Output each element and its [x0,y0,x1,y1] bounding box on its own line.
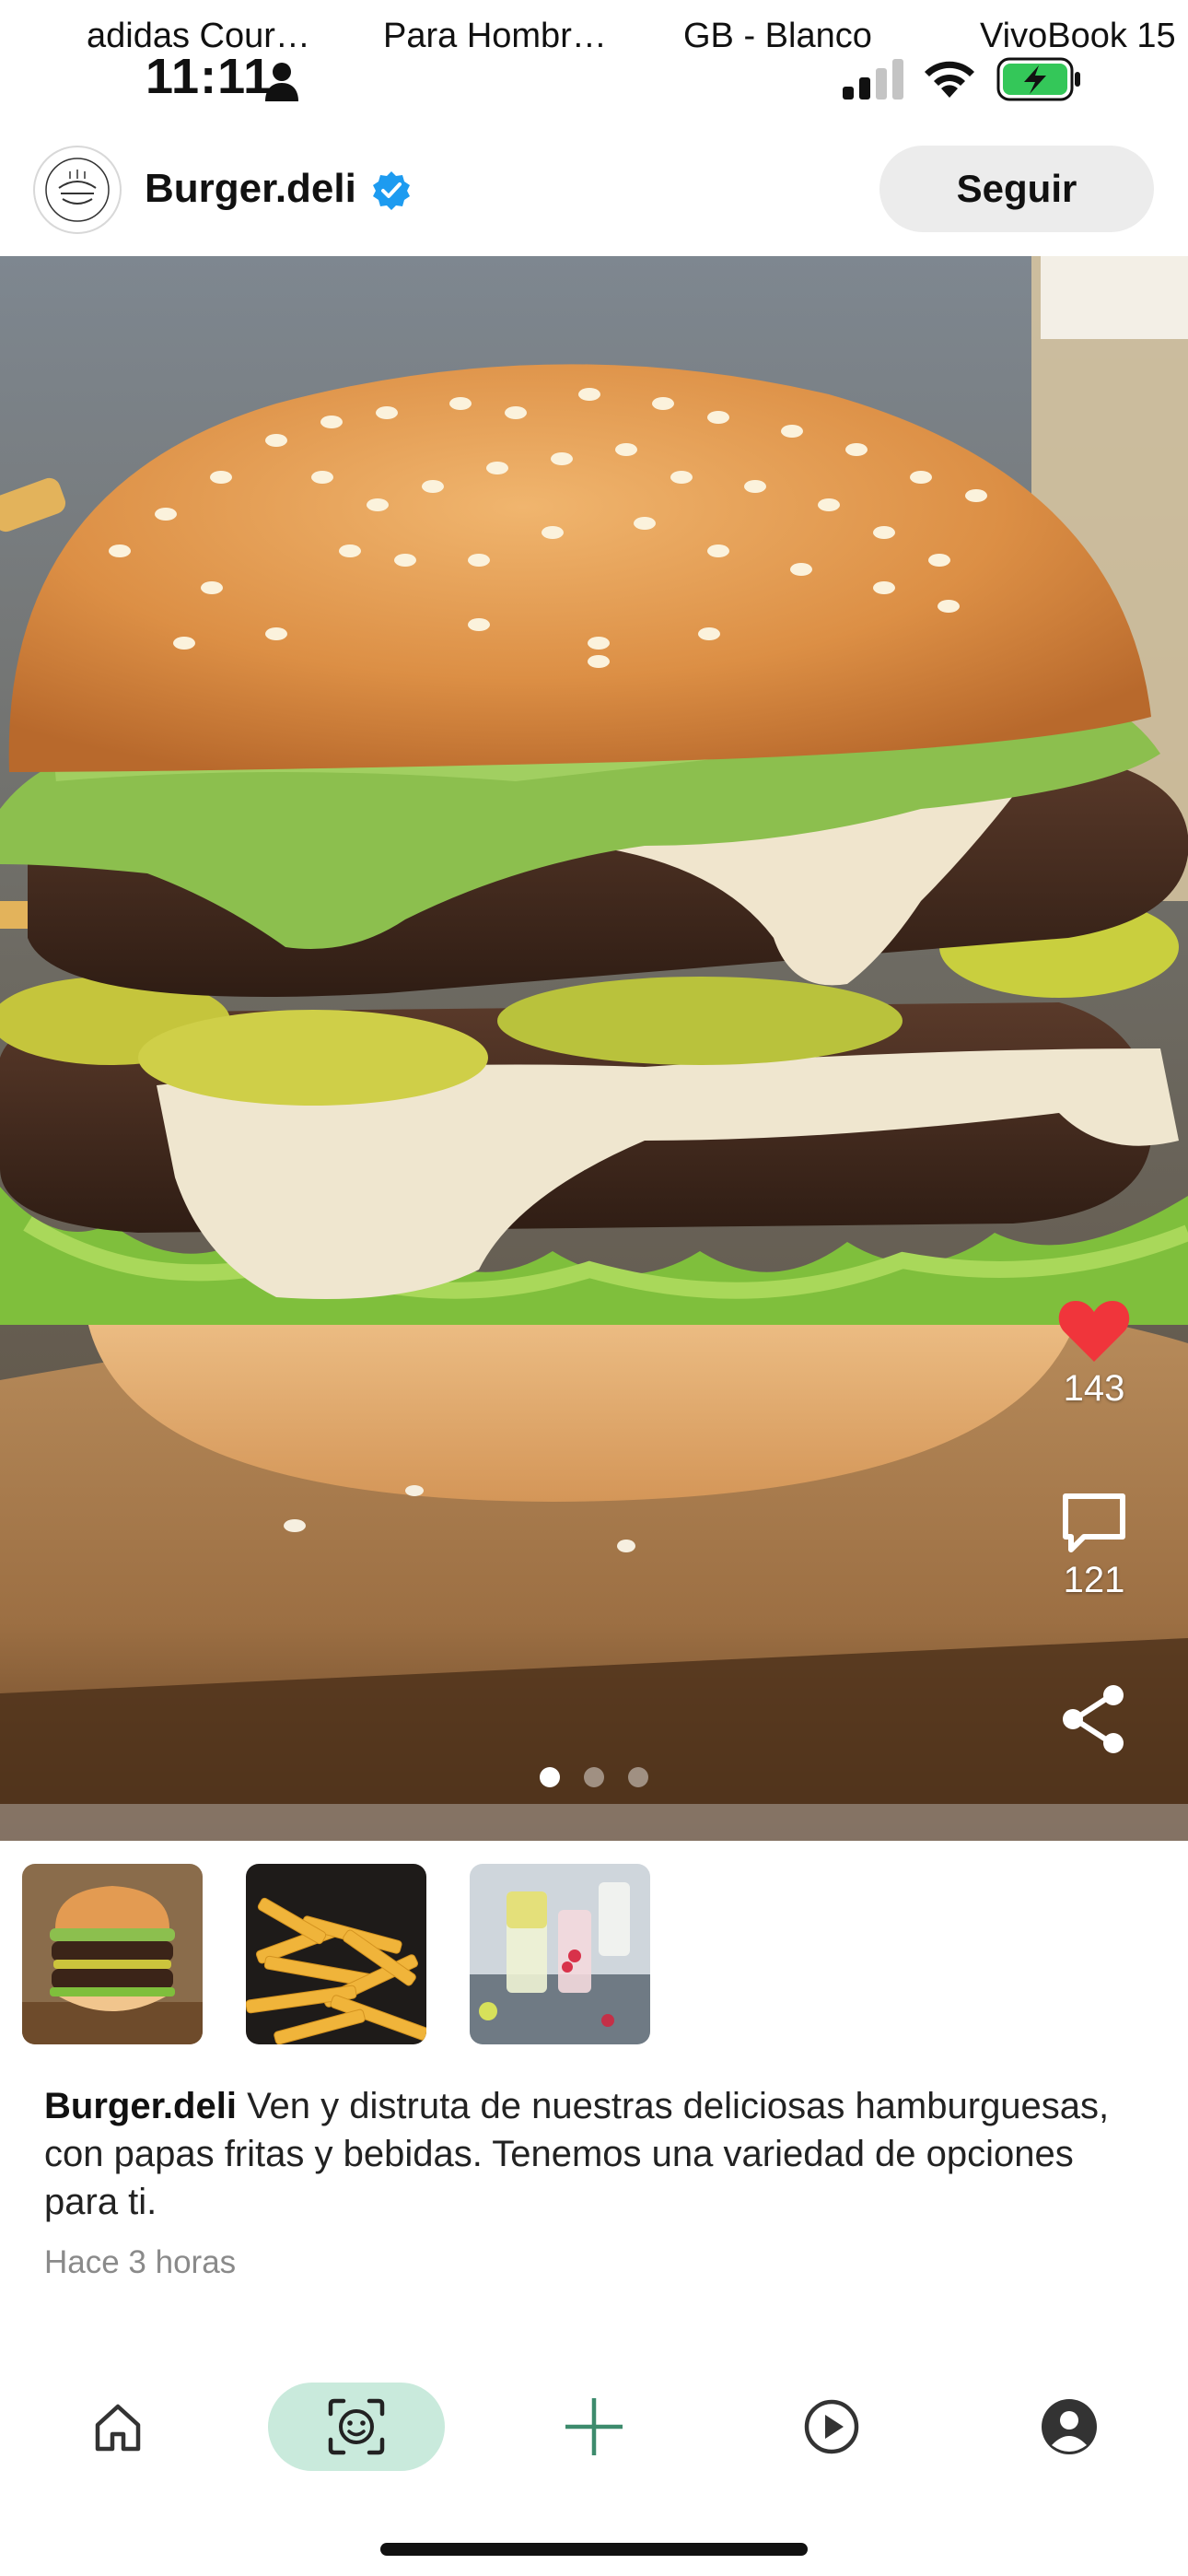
face-scan-icon[interactable] [325,2395,388,2458]
heart-icon[interactable] [1057,1297,1131,1364]
nav-reels[interactable] [787,2383,876,2471]
post-header: Burger.deli Seguir [0,129,1188,257]
marquee-item: Para Hombr… [383,17,607,55]
home-indicator [380,2543,808,2556]
battery-charging-icon [996,57,1080,101]
restaurant-logo-icon [45,158,110,222]
play-icon[interactable] [802,2397,861,2456]
carousel-dot[interactable] [584,1767,604,1787]
post-timestamp: Hace 3 horas [44,2244,237,2280]
nav-home[interactable] [74,2383,162,2471]
fries-thumbnail[interactable] [246,1864,426,2044]
carousel-dot[interactable] [628,1767,648,1787]
burger-photo [0,256,1188,1841]
home-icon[interactable] [90,2399,146,2454]
add-icon[interactable] [562,2395,626,2459]
avatar[interactable] [33,146,122,234]
comment-action[interactable]: 121 [1050,1491,1138,1601]
carousel-dot-active[interactable] [540,1767,560,1787]
nav-profile[interactable] [1025,2383,1113,2471]
comment-icon[interactable] [1060,1491,1128,1555]
caption-author[interactable]: Burger.deli [44,2086,237,2126]
account-name[interactable]: Burger.deli [145,166,356,212]
status-time: 11:11 [146,49,273,104]
person-icon [265,63,298,101]
drinks-thumbnail-image [470,1864,650,2044]
share-icon[interactable] [1058,1682,1130,1756]
profile-icon[interactable] [1040,2397,1099,2456]
comment-count: 121 [1063,1560,1125,1600]
post-caption: Burger.deli Ven y distruta de nuestras d… [44,2082,1149,2226]
share-action[interactable] [1050,1682,1138,1761]
bottom-nav [0,2360,1188,2576]
marquee-item: VivoBook 15 [980,17,1176,55]
status-bar: adidas Cour… Para Hombr… GB - Blanco Viv… [0,0,1188,129]
nav-add[interactable] [550,2383,638,2471]
follow-button[interactable]: Seguir [879,146,1154,232]
burger-thumbnail[interactable] [22,1864,203,2044]
like-action[interactable]: 143 [1050,1297,1138,1410]
drinks-thumbnail[interactable] [470,1864,650,2044]
signal-icon [843,59,903,100]
like-count: 143 [1063,1368,1125,1409]
wifi-icon [925,61,974,98]
post-photo[interactable]: 143 121 [0,256,1188,1841]
verified-badge-icon [373,171,410,210]
fries-thumbnail-image [246,1864,426,2044]
marquee-item: GB - Blanco [683,17,872,55]
nav-face-scan[interactable] [268,2383,445,2471]
burger-thumbnail-image [22,1864,203,2044]
carousel-dots [534,1767,654,1789]
